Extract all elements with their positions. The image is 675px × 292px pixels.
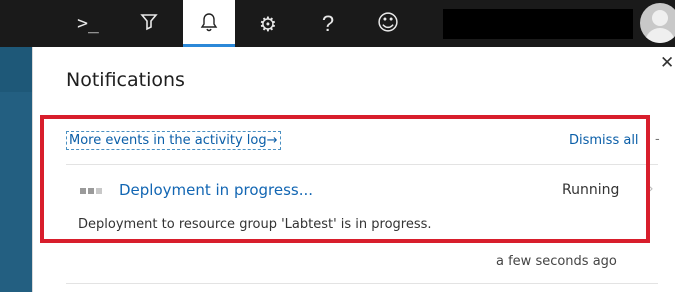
notifications-bell-icon	[200, 12, 218, 35]
feedback-button[interactable]: ☺	[362, 0, 414, 47]
highlight-annotation-box	[40, 115, 650, 243]
help-icon: ?	[321, 10, 335, 36]
page-title: Notifications	[66, 69, 185, 91]
directory-filter-button[interactable]	[123, 0, 175, 47]
settings-button[interactable]: ⚙	[242, 0, 294, 47]
directory-filter-icon	[139, 12, 159, 35]
left-strip-highlight	[0, 92, 32, 292]
feedback-smiley-icon: ☺	[376, 10, 400, 36]
notification-timestamp: a few seconds ago	[496, 254, 617, 269]
account-name-redacted[interactable]	[443, 9, 633, 39]
help-button[interactable]: ?	[302, 0, 354, 47]
cloud-shell-icon: >_	[77, 12, 99, 34]
avatar-head	[652, 10, 668, 26]
divider	[66, 283, 658, 284]
dismiss-dash: -	[655, 132, 660, 147]
close-icon[interactable]: ✕	[660, 55, 674, 72]
notifications-button[interactable]	[183, 0, 235, 47]
avatar[interactable]	[640, 3, 675, 43]
left-background-strip	[0, 47, 32, 292]
avatar-shoulders	[645, 28, 675, 43]
cloud-shell-button[interactable]: >_	[62, 0, 114, 47]
top-bar: >_ ⚙ ? ☺	[0, 0, 675, 47]
settings-gear-icon: ⚙	[259, 11, 277, 36]
